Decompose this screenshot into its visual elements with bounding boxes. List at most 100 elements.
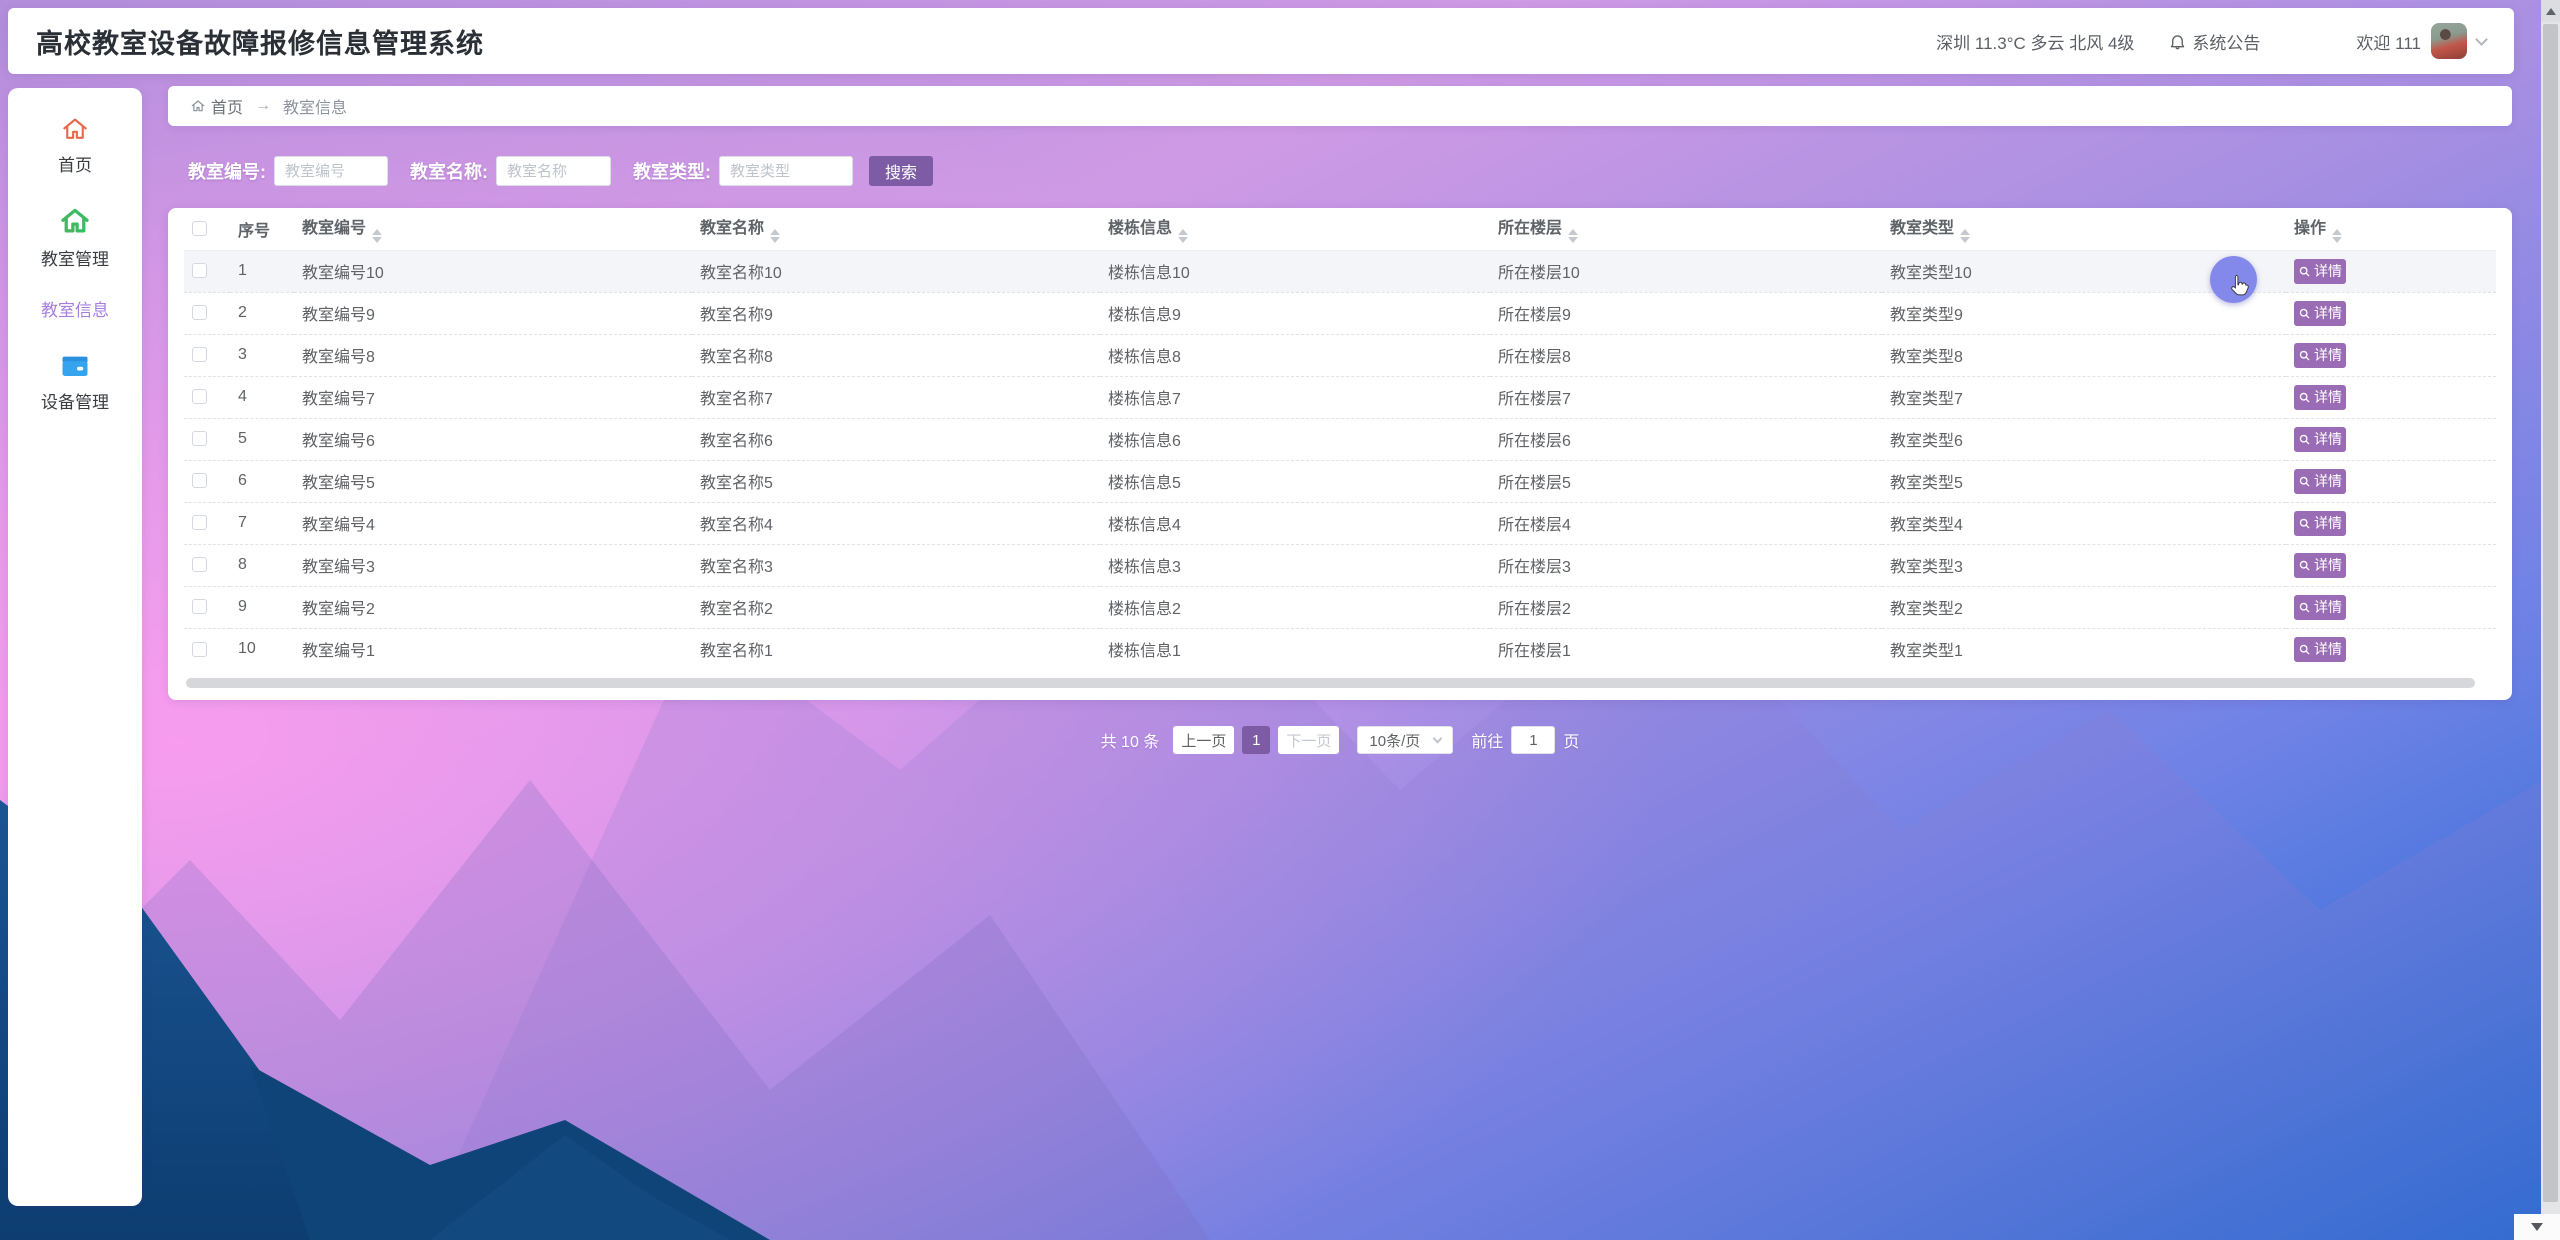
detail-button[interactable]: 详情	[2294, 259, 2346, 284]
system-announcement-button[interactable]: 系统公告	[2168, 29, 2260, 54]
search-input-name[interactable]	[496, 156, 611, 186]
detail-button[interactable]: 详情	[2294, 637, 2346, 662]
cell-building: 楼栋信息4	[1100, 502, 1490, 544]
magnifier-icon	[2298, 517, 2311, 530]
sort-icon[interactable]	[1178, 229, 1188, 243]
cell-index: 5	[230, 418, 294, 460]
detail-button[interactable]: 详情	[2294, 343, 2346, 368]
cell-code: 教室编号6	[294, 418, 692, 460]
row-checkbox[interactable]	[192, 473, 207, 488]
pagination-total: 共 10 条	[1101, 728, 1160, 752]
sort-icon[interactable]	[1960, 229, 1970, 243]
sidebar-item-home[interactable]: 首页	[58, 114, 92, 176]
sort-icon[interactable]	[1568, 229, 1578, 243]
table-row: 1教室编号10教室名称10楼栋信息10所在楼层10教室类型10详情	[184, 250, 2496, 292]
cell-code: 教室编号4	[294, 502, 692, 544]
search-button[interactable]: 搜索	[869, 156, 933, 186]
cell-name: 教室名称10	[692, 250, 1100, 292]
sidebar-item-classroom-management[interactable]: 教室管理	[41, 204, 109, 270]
magnifier-icon	[2298, 307, 2311, 320]
page-number-1[interactable]: 1	[1242, 726, 1270, 754]
col-type[interactable]: 教室类型	[1882, 208, 2286, 250]
scroll-down-arrow[interactable]	[2514, 1214, 2560, 1240]
page-size-select[interactable]: 10条/页	[1357, 726, 1453, 754]
search-input-type[interactable]	[719, 156, 853, 186]
cell-floor: 所在楼层10	[1490, 250, 1882, 292]
search-label-name: 教室名称:	[410, 158, 488, 184]
magnifier-icon	[2298, 391, 2311, 404]
detail-button[interactable]: 详情	[2294, 427, 2346, 452]
sidebar-item-device-management[interactable]: 设备管理	[41, 351, 109, 413]
cell-building: 楼栋信息10	[1100, 250, 1490, 292]
prev-page-button[interactable]: 上一页	[1173, 726, 1234, 754]
row-checkbox[interactable]	[192, 557, 207, 572]
cell-building: 楼栋信息5	[1100, 460, 1490, 502]
cell-code: 教室编号3	[294, 544, 692, 586]
col-action[interactable]: 操作	[2286, 208, 2496, 250]
scrollbar-thumb[interactable]	[2543, 24, 2558, 1202]
col-index: 序号	[230, 208, 294, 250]
cell-type: 教室类型3	[1882, 544, 2286, 586]
cell-index: 3	[230, 334, 294, 376]
detail-button-label: 详情	[2314, 345, 2342, 365]
select-all-checkbox[interactable]	[192, 221, 207, 236]
detail-button[interactable]: 详情	[2294, 469, 2346, 494]
detail-button[interactable]: 详情	[2294, 553, 2346, 578]
magnifier-icon	[2298, 559, 2311, 572]
breadcrumb-home-link[interactable]: 首页	[190, 94, 243, 118]
cell-floor: 所在楼层7	[1490, 376, 1882, 418]
home-icon	[190, 98, 206, 114]
main-content: 首页 → 教室信息 教室编号: 教室名称: 教室类型: 搜索 序号 教室编号	[168, 86, 2512, 754]
user-menu[interactable]: 欢迎 111	[2356, 23, 2486, 59]
col-floor[interactable]: 所在楼层	[1490, 208, 1882, 250]
cell-index: 6	[230, 460, 294, 502]
row-checkbox[interactable]	[192, 431, 207, 446]
cell-code: 教室编号1	[294, 628, 692, 670]
page-size-value: 10条/页	[1369, 730, 1420, 751]
home-icon	[58, 204, 92, 238]
next-page-button[interactable]: 下一页	[1278, 726, 1339, 754]
row-checkbox[interactable]	[192, 347, 207, 362]
cursor-highlight	[2210, 256, 2257, 303]
scroll-up-arrow[interactable]	[2541, 0, 2560, 22]
goto-label: 前往	[1471, 728, 1503, 752]
row-checkbox[interactable]	[192, 515, 207, 530]
table-row: 3教室编号8教室名称8楼栋信息8所在楼层8教室类型8详情	[184, 334, 2496, 376]
cell-type: 教室类型7	[1882, 376, 2286, 418]
table-horizontal-scrollbar[interactable]	[186, 678, 2475, 688]
cell-name: 教室名称5	[692, 460, 1100, 502]
table-row: 8教室编号3教室名称3楼栋信息3所在楼层3教室类型3详情	[184, 544, 2496, 586]
cell-index: 1	[230, 250, 294, 292]
col-building[interactable]: 楼栋信息	[1100, 208, 1490, 250]
row-checkbox[interactable]	[192, 263, 207, 278]
row-checkbox[interactable]	[192, 599, 207, 614]
detail-button-label: 详情	[2314, 387, 2342, 407]
detail-button-label: 详情	[2314, 303, 2342, 323]
vertical-scrollbar[interactable]	[2541, 0, 2560, 1240]
goto-page-input[interactable]	[1511, 726, 1555, 754]
cell-floor: 所在楼层2	[1490, 586, 1882, 628]
detail-button[interactable]: 详情	[2294, 385, 2346, 410]
cell-name: 教室名称4	[692, 502, 1100, 544]
row-checkbox[interactable]	[192, 642, 207, 657]
row-checkbox[interactable]	[192, 389, 207, 404]
cell-floor: 所在楼层8	[1490, 334, 1882, 376]
row-checkbox[interactable]	[192, 305, 207, 320]
classroom-table-card: 序号 教室编号 教室名称 楼栋信息 所在楼层 教室类型 操作 1教室编号10教室…	[168, 208, 2512, 700]
search-input-code[interactable]	[274, 156, 388, 186]
chevron-down-icon	[2475, 33, 2488, 46]
detail-button[interactable]: 详情	[2294, 301, 2346, 326]
cell-index: 2	[230, 292, 294, 334]
magnifier-icon	[2298, 601, 2311, 614]
detail-button[interactable]: 详情	[2294, 595, 2346, 620]
sidebar-item-classroom-info[interactable]: 教室信息	[41, 296, 109, 321]
col-code[interactable]: 教室编号	[294, 208, 692, 250]
sort-icon[interactable]	[2332, 229, 2342, 243]
cell-name: 教室名称8	[692, 334, 1100, 376]
cell-index: 9	[230, 586, 294, 628]
sort-icon[interactable]	[372, 229, 382, 243]
col-name[interactable]: 教室名称	[692, 208, 1100, 250]
user-avatar[interactable]	[2431, 23, 2467, 59]
detail-button[interactable]: 详情	[2294, 511, 2346, 536]
sort-icon[interactable]	[770, 229, 780, 243]
